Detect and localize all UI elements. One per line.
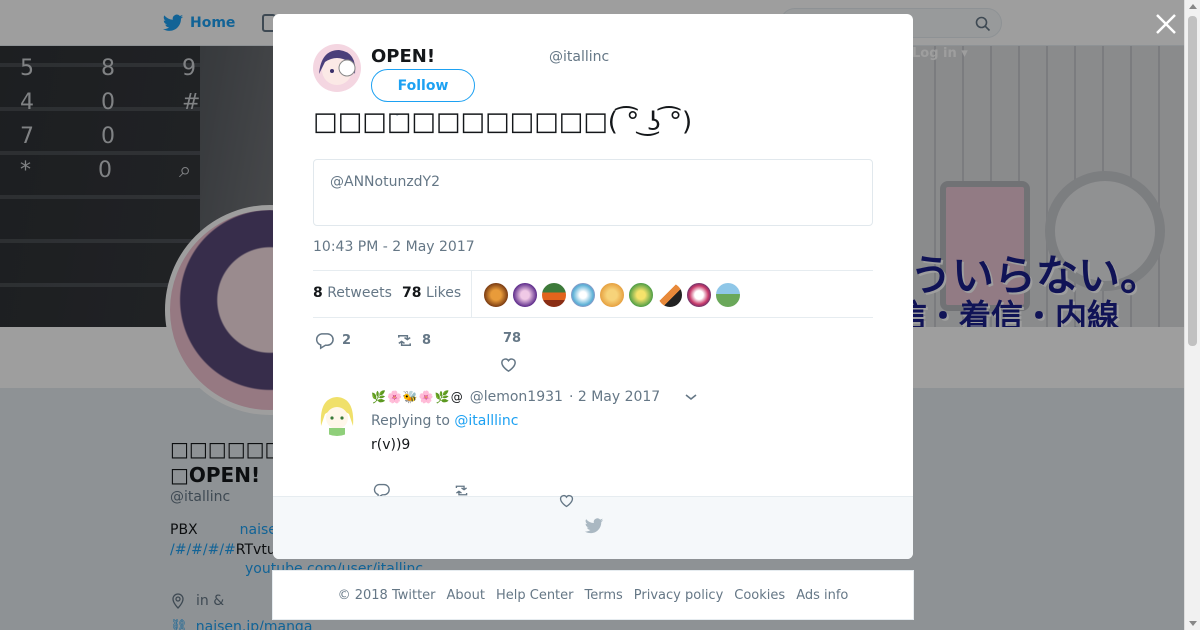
tweet-author-name[interactable]: OPEN! — [371, 46, 435, 67]
reply-avatar-art — [315, 392, 359, 436]
chevron-down-icon[interactable] — [684, 390, 698, 404]
follow-button[interactable]: Follow — [371, 69, 475, 102]
retweet-count: 8 — [422, 333, 432, 348]
tweet-author-handle[interactable]: @itallinc — [549, 49, 609, 65]
liker-avatars — [483, 282, 741, 308]
footer-link-terms[interactable]: Terms — [585, 588, 623, 603]
scroll-up-arrow-icon[interactable] — [1189, 4, 1197, 9]
quoted-tweet-card[interactable]: @ANNotunzdY2 — [313, 159, 873, 226]
liker-avatar[interactable] — [657, 282, 683, 308]
stats-divider — [471, 271, 472, 317]
tweet-actions: 2 8 78 — [313, 327, 873, 377]
replying-to-handle[interactable]: @italllinc — [454, 413, 518, 429]
page-scrollbar[interactable] — [1184, 0, 1200, 630]
likes-label: Likes — [425, 285, 462, 301]
tweet-modal: OPEN! @itallinc Follow ⌄ □□□□□□□□□□□□( ͡… — [273, 14, 913, 559]
footer-copyright: © 2018 Twitter — [337, 587, 436, 603]
site-footer: © 2018 Twitter About Help Center Terms P… — [272, 570, 914, 620]
likes-stat[interactable]: 78 Likes — [402, 285, 461, 301]
liker-avatar[interactable] — [541, 282, 567, 308]
modal-footer — [273, 494, 913, 559]
liker-avatar[interactable] — [570, 282, 596, 308]
reply-text: r(v))9 — [371, 437, 411, 453]
footer-link-ads-info[interactable]: Ads info — [796, 588, 848, 603]
liker-avatar[interactable] — [483, 282, 509, 308]
author-avatar-art — [313, 44, 361, 92]
liker-avatar[interactable] — [512, 282, 538, 308]
tweet-stats: 8 Retweets 78 Likes — [313, 270, 873, 318]
footer-link-help-center[interactable]: Help Center — [496, 588, 574, 603]
replying-to-line: Replying to @italllinc — [371, 413, 518, 429]
liker-avatar[interactable] — [628, 282, 654, 308]
liker-avatar[interactable] — [715, 282, 741, 308]
close-icon[interactable] — [1154, 12, 1178, 36]
retweet-icon — [398, 334, 411, 347]
likes-count: 78 — [402, 285, 422, 301]
footer-link-cookies[interactable]: Cookies — [734, 588, 785, 603]
like-count: 78 — [503, 331, 522, 346]
reply-author-name[interactable]: 🌿🌸🐝🌸🌿@ — [371, 390, 464, 404]
tweet-timestamp[interactable]: 10:43 PM - 2 May 2017 — [313, 239, 475, 255]
reply-count: 2 — [342, 333, 352, 348]
reply-header: 🌿🌸🐝🌸🌿@ @lemon1931 · 2 May 2017 — [371, 389, 698, 405]
reply-author-avatar[interactable] — [315, 392, 359, 436]
reply-author-handle[interactable]: @lemon1931 — [470, 389, 563, 405]
heart-icon[interactable] — [499, 355, 518, 374]
twitter-bird-icon — [584, 518, 604, 534]
like-count-label[interactable]: 78 — [503, 331, 521, 346]
reply-action[interactable]: 2 — [315, 331, 351, 350]
footer-link-privacy-policy[interactable]: Privacy policy — [634, 588, 723, 603]
tweet-author-avatar[interactable] — [313, 44, 361, 92]
retweets-label: Retweets — [327, 285, 392, 301]
reply-icon — [315, 333, 334, 350]
quoted-tweet-handle[interactable]: @ANNotunzdY2 — [330, 174, 440, 190]
retweets-count: 8 — [313, 285, 323, 301]
retweets-stat[interactable]: 8 Retweets — [313, 285, 392, 301]
scroll-down-arrow-icon[interactable] — [1189, 621, 1197, 626]
footer-link-about[interactable]: About — [447, 588, 485, 603]
replying-to-prefix: Replying to — [371, 413, 450, 429]
heart-icon[interactable] — [558, 492, 575, 509]
scrollbar-thumb[interactable] — [1188, 16, 1197, 346]
retweet-action[interactable]: 8 — [395, 331, 431, 350]
reply-tweet[interactable]: 🌿🌸🐝🌸🌿@ @lemon1931 · 2 May 2017 Replying … — [313, 386, 873, 499]
tweet-text: □□□□□□□□□□□□( ͡° ͜ʖ ͡°) — [313, 107, 693, 137]
liker-avatar[interactable] — [599, 282, 625, 308]
liker-avatar[interactable] — [686, 282, 712, 308]
reply-date[interactable]: · 2 May 2017 — [569, 389, 660, 405]
